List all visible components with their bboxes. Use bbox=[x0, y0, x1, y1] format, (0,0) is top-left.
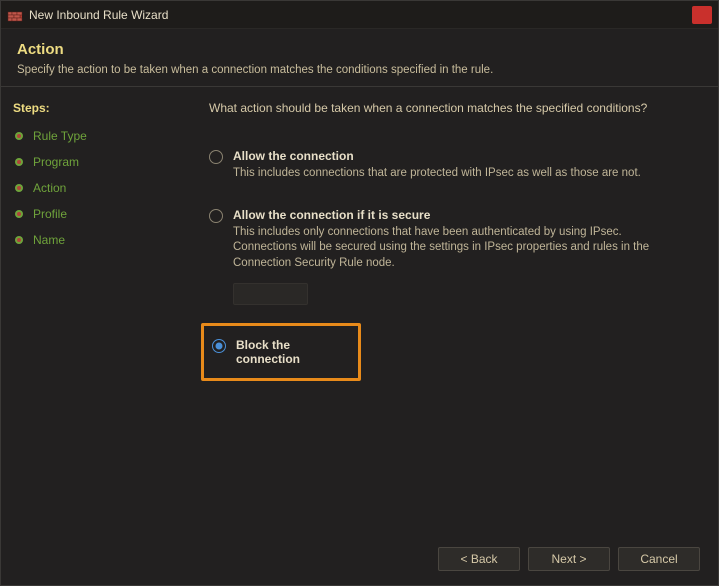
step-action[interactable]: Action bbox=[11, 177, 181, 199]
option-description: This includes only connections that have… bbox=[233, 225, 694, 272]
option-description: This includes connections that are prote… bbox=[233, 166, 694, 182]
step-label: Profile bbox=[33, 207, 67, 221]
firewall-icon bbox=[7, 7, 23, 23]
step-bullet-icon bbox=[13, 234, 25, 246]
radio-icon bbox=[212, 339, 226, 353]
back-button[interactable]: < Back bbox=[438, 547, 520, 571]
step-label: Action bbox=[33, 181, 66, 195]
wizard-window: New Inbound Rule Wizard Action Specify t… bbox=[0, 0, 719, 586]
step-profile[interactable]: Profile bbox=[11, 203, 181, 225]
close-button[interactable] bbox=[692, 6, 712, 24]
option-allow-connection[interactable]: Allow the connection This includes conne… bbox=[201, 145, 702, 186]
option-block-connection[interactable]: Block the connection bbox=[201, 323, 361, 381]
window-title: New Inbound Rule Wizard bbox=[29, 8, 692, 22]
step-bullet-icon bbox=[13, 182, 25, 194]
option-label: Block the connection bbox=[236, 338, 350, 366]
radio-icon bbox=[209, 209, 223, 223]
page-subtitle: Specify the action to be taken when a co… bbox=[17, 64, 702, 76]
next-button[interactable]: Next > bbox=[528, 547, 610, 571]
step-label: Name bbox=[33, 233, 65, 247]
step-program[interactable]: Program bbox=[11, 151, 181, 173]
option-label: Allow the connection if it is secure bbox=[233, 208, 694, 222]
wizard-footer: < Back Next > Cancel bbox=[1, 533, 718, 585]
option-body: Block the connection bbox=[236, 338, 350, 366]
wizard-body: Steps: Rule Type Program Action bbox=[1, 87, 718, 533]
page-title: Action bbox=[17, 41, 702, 58]
radio-icon bbox=[209, 150, 223, 164]
option-body: Allow the connection This includes conne… bbox=[233, 149, 694, 182]
titlebar: New Inbound Rule Wizard bbox=[1, 1, 718, 29]
customize-button-disabled bbox=[233, 283, 308, 305]
steps-sidebar: Steps: Rule Type Program Action bbox=[11, 101, 191, 533]
step-bullet-icon bbox=[13, 156, 25, 168]
cancel-button[interactable]: Cancel bbox=[618, 547, 700, 571]
option-allow-secure[interactable]: Allow the connection if it is secure Thi… bbox=[201, 204, 702, 276]
step-label: Rule Type bbox=[33, 129, 87, 143]
step-bullet-icon bbox=[13, 130, 25, 142]
page-header: Action Specify the action to be taken wh… bbox=[1, 29, 718, 87]
step-rule-type[interactable]: Rule Type bbox=[11, 125, 181, 147]
option-label: Allow the connection bbox=[233, 149, 694, 163]
content-area: What action should be taken when a conne… bbox=[191, 101, 702, 533]
action-question: What action should be taken when a conne… bbox=[201, 101, 702, 115]
step-bullet-icon bbox=[13, 208, 25, 220]
step-label: Program bbox=[33, 155, 79, 169]
step-name[interactable]: Name bbox=[11, 229, 181, 251]
steps-heading: Steps: bbox=[11, 101, 181, 115]
option-body: Allow the connection if it is secure Thi… bbox=[233, 208, 694, 272]
